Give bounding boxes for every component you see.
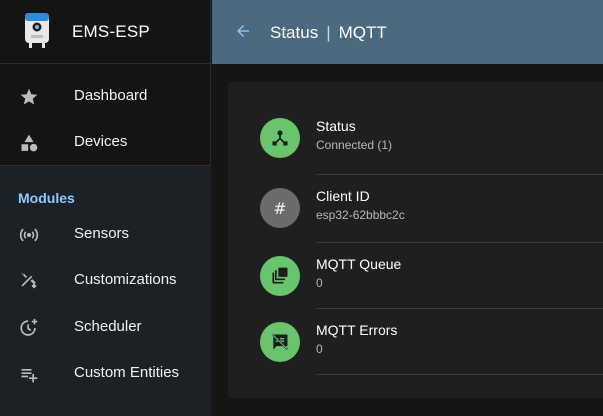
sidebar-item-label: Custom Entities <box>74 364 180 381</box>
item-value: Connected (1) <box>316 138 393 152</box>
app-name: EMS-ESP <box>72 22 150 41</box>
hash-icon: # <box>273 198 287 218</box>
list-item-mqtt-queue: MQTT Queue 0 <box>260 248 603 304</box>
sidebar-item-customizations[interactable]: Customizations <box>0 258 211 302</box>
item-value: esp32-62bbbc2c <box>316 208 405 222</box>
sidebar-item-label: Customizations <box>74 271 177 288</box>
item-title: MQTT Errors <box>316 322 398 338</box>
sidebar-item-scheduler[interactable]: Scheduler <box>0 305 211 349</box>
list-item-client-id: # Client ID esp32-62bbbc2c <box>260 180 603 236</box>
sensors-icon <box>18 224 40 246</box>
sidebar-item-sensors[interactable]: Sensors <box>0 212 211 256</box>
status-avatar <box>260 118 300 158</box>
playlist-add-icon <box>18 363 40 385</box>
app-header: Status | MQTT <box>212 0 603 64</box>
modules-heading: Modules <box>18 190 75 206</box>
list-item-status: Status Connected (1) <box>260 110 603 166</box>
client-id-avatar: # <box>260 188 300 228</box>
sidebar-item-custom-entities[interactable]: Custom Entities <box>0 351 211 395</box>
sidebar-item-devices[interactable]: Devices <box>0 120 211 164</box>
divider <box>316 308 603 309</box>
build-icon <box>18 270 40 292</box>
breadcrumb-section: Status <box>270 23 319 42</box>
sidebar-item-label: Dashboard <box>74 87 148 104</box>
item-title: MQTT Queue <box>316 256 402 272</box>
item-value: 0 <box>316 276 323 290</box>
device-hub-icon <box>272 130 288 146</box>
sidebar-item-label: Sensors <box>74 225 130 242</box>
ems-logo-icon <box>25 13 49 48</box>
queue-icon <box>272 267 288 284</box>
item-value: 0 <box>316 342 323 356</box>
brand: EMS-ESP <box>0 0 211 64</box>
mqtt-status-card: Status Connected (1) # Client ID esp32-6… <box>228 82 603 398</box>
category-icon <box>18 132 40 154</box>
divider <box>316 374 603 375</box>
sidebar-item-dashboard[interactable]: Dashboard <box>0 74 211 118</box>
item-title: Client ID <box>316 188 370 204</box>
breadcrumb-page: MQTT <box>338 23 387 42</box>
sidebar-item-label: Devices <box>74 133 128 150</box>
queue-avatar <box>260 256 300 296</box>
sidebar-item-label: Scheduler <box>74 318 142 335</box>
divider <box>316 174 603 175</box>
star-icon <box>18 86 40 108</box>
page-title: Status | MQTT <box>270 23 387 43</box>
divider <box>316 242 603 243</box>
list-item-mqtt-errors: MQTT Errors 0 <box>260 314 603 370</box>
speaker-notes-off-icon <box>271 333 289 351</box>
arrow-back-icon[interactable] <box>234 22 252 40</box>
sidebar: EMS-ESP Dashboard Devices Modules Sensor… <box>0 0 211 416</box>
more-time-icon <box>18 317 40 339</box>
errors-avatar <box>260 322 300 362</box>
item-title: Status <box>316 118 356 134</box>
breadcrumb-separator: | <box>326 23 331 42</box>
